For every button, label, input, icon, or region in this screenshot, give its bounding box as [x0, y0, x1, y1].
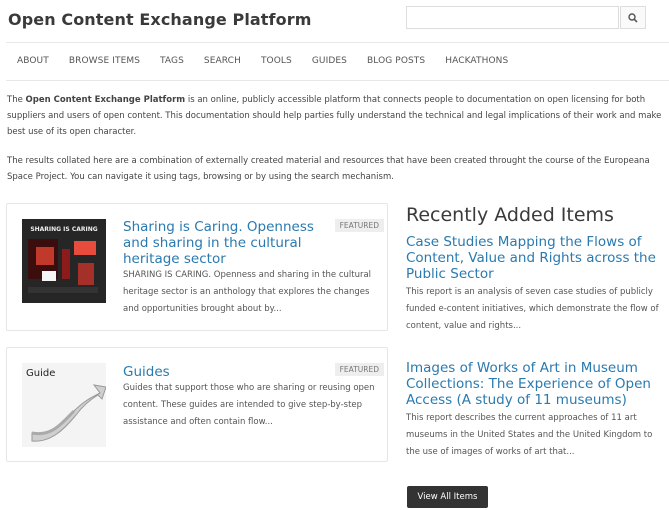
site-title[interactable]: Open Content Exchange Platform — [8, 10, 311, 29]
featured-thumbnail[interactable]: Guide — [22, 363, 107, 447]
nav-about[interactable]: About — [17, 56, 49, 66]
featured-title[interactable]: Guides — [123, 364, 170, 380]
featured-thumbnail[interactable]: SHARING IS CARING — [22, 219, 106, 303]
book-cover-image: SHARING IS CARING — [22, 219, 106, 303]
nav-blog-posts[interactable]: Blog Posts — [367, 56, 425, 66]
search-input[interactable] — [406, 6, 619, 29]
featured-title[interactable]: Sharing is Caring. Openness and sharing … — [123, 219, 333, 267]
header-divider — [6, 42, 669, 43]
main-nav: About Browse Items Tags Search Tools Gui… — [17, 56, 528, 66]
intro-lead: The — [7, 95, 26, 105]
featured-badge: Featured — [334, 363, 384, 376]
search-button[interactable] — [620, 6, 646, 29]
recent-item-description: This report describes the current approa… — [406, 413, 653, 457]
nav-tags[interactable]: Tags — [160, 56, 184, 66]
nav-browse-items[interactable]: Browse Items — [69, 56, 140, 66]
nav-guides[interactable]: Guides — [312, 56, 347, 66]
intro-platform-name: Open Content Exchange Platform — [25, 95, 186, 105]
intro-paragraph-2: The results collated here are a combinat… — [7, 156, 650, 182]
thumb-caption: Guide — [26, 368, 55, 379]
featured-card: SHARING IS CARING Sharing is Caring. Ope… — [6, 203, 388, 331]
nav-tools[interactable]: Tools — [261, 56, 292, 66]
recent-items-heading: Recently Added Items — [406, 204, 614, 226]
magnifier-icon — [628, 12, 638, 23]
nav-search[interactable]: Search — [204, 56, 241, 66]
featured-badge: Featured — [334, 219, 384, 232]
recent-item-description: This report is an analysis of seven case… — [406, 287, 659, 331]
recent-item-title[interactable]: Case Studies Mapping the Flows of Conten… — [406, 234, 668, 282]
intro-paragraph: The Open Content Exchange Platform is an… — [7, 92, 667, 140]
guide-arrow-image: Guide — [22, 363, 107, 447]
recent-item-title[interactable]: Images of Works of Art in Museum Collect… — [406, 360, 668, 408]
nav-divider — [6, 80, 669, 81]
nav-hackathons[interactable]: Hackathons — [445, 56, 508, 66]
featured-description: SHARING IS CARING. Openness and sharing … — [123, 270, 372, 314]
thumb-caption: SHARING IS CARING — [30, 226, 97, 233]
view-all-items-button[interactable]: View All Items — [407, 486, 488, 508]
featured-card: Guide Guides Featured Guides that suppor… — [6, 347, 388, 462]
featured-description: Guides that support those who are sharin… — [123, 383, 375, 427]
